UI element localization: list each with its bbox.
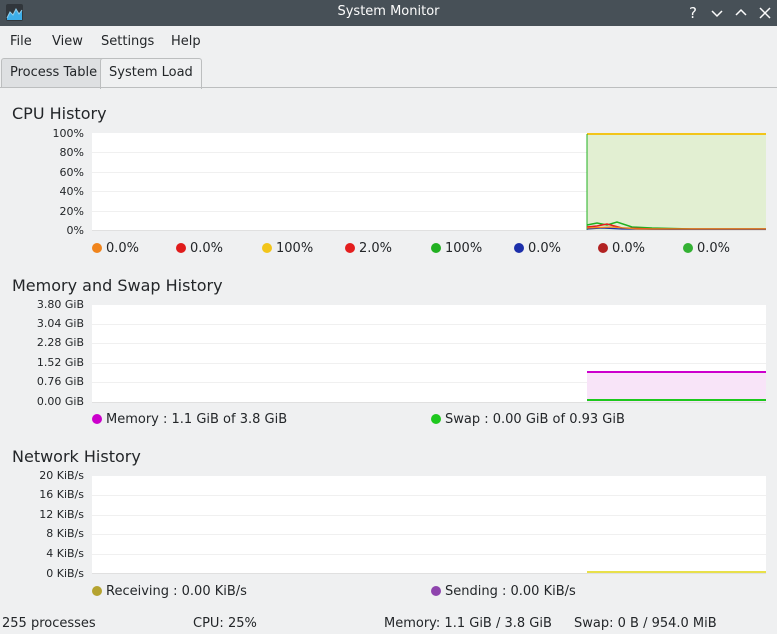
menu-settings[interactable]: Settings: [101, 34, 154, 49]
legend-dot: [262, 243, 272, 253]
memory-legend-label: Memory : 1.1 GiB of 3.8 GiB: [106, 412, 288, 427]
cpu-legend-label: 0.0%: [190, 241, 224, 256]
cpu-history-title: CPU History: [12, 104, 107, 123]
status-cpu: CPU: 25%: [193, 616, 257, 631]
cpu-legend-label: 100%: [276, 241, 314, 256]
cpu-legend-label: 0.0%: [106, 241, 140, 256]
help-button[interactable]: ?: [683, 3, 703, 23]
legend-dot: [431, 243, 441, 253]
maximize-button[interactable]: [731, 3, 751, 23]
legend-dot: [514, 243, 524, 253]
menu-help[interactable]: Help: [171, 34, 201, 49]
legend-dot: [92, 586, 102, 596]
minimize-button[interactable]: [707, 3, 727, 23]
status-processes: 255 processes: [2, 616, 96, 631]
cpu-legend-item: 0.0%: [683, 241, 730, 256]
memory-ytick: 3.04 GiB: [36, 317, 84, 330]
cpu-legend-item: 100%: [431, 241, 482, 256]
window-title: System Monitor: [337, 4, 440, 19]
network-ytick: 4 KiB/s: [46, 547, 84, 560]
cpu-legend-item: 0.0%: [176, 241, 223, 256]
legend-dot: [683, 243, 693, 253]
network-ytick: 20 KiB/s: [39, 469, 84, 482]
sending-legend-label: Sending : 0.00 KiB/s: [445, 584, 576, 599]
status-bar: 255 processes CPU: 25% Memory: 1.1 GiB /…: [0, 612, 777, 634]
chevron-down-icon: [711, 10, 723, 18]
memory-usage-area: [587, 372, 766, 402]
network-history-title: Network History: [12, 447, 141, 466]
cpu-usage-area: [587, 134, 766, 231]
legend-dot: [431, 586, 441, 596]
network-ytick: 8 KiB/s: [46, 527, 84, 540]
swap-legend-label: Swap : 0.00 GiB of 0.93 GiB: [445, 412, 625, 427]
sending-legend-item: Sending : 0.00 KiB/s: [431, 584, 576, 599]
legend-dot: [431, 414, 441, 424]
cpu-ytick: 60%: [59, 166, 84, 179]
legend-dot: [92, 414, 102, 424]
help-icon: ?: [689, 4, 697, 22]
network-ytick: 16 KiB/s: [39, 488, 84, 501]
swap-legend-item: Swap : 0.00 GiB of 0.93 GiB: [431, 412, 625, 427]
menu-bar: File View Settings Help: [0, 26, 777, 56]
cpu-legend-item: 0.0%: [514, 241, 561, 256]
legend-dot: [92, 243, 102, 253]
receiving-legend-label: Receiving : 0.00 KiB/s: [106, 584, 247, 599]
memory-history-plot: [92, 305, 766, 403]
cpu-ytick: 0%: [66, 224, 84, 237]
cpu-legend-label: 2.0%: [359, 241, 393, 256]
tab-bar: Process Table System Load: [0, 56, 777, 89]
chevron-up-icon: [735, 8, 747, 16]
memory-history-title: Memory and Swap History: [12, 276, 223, 295]
status-memory: Memory: 1.1 GiB / 3.8 GiB: [384, 616, 552, 631]
close-button[interactable]: [755, 3, 775, 23]
memory-ytick: 0.00 GiB: [36, 395, 84, 408]
network-history-plot: [92, 476, 766, 574]
legend-dot: [176, 243, 186, 253]
cpu-legend-item: 0.0%: [598, 241, 645, 256]
network-ytick: 12 KiB/s: [39, 508, 84, 521]
memory-legend-item: Memory : 1.1 GiB of 3.8 GiB: [92, 412, 287, 427]
network-gridlines: [92, 495, 766, 555]
memory-ytick: 1.52 GiB: [36, 356, 84, 369]
cpu-history-plot: [92, 133, 766, 231]
memory-ytick: 3.80 GiB: [36, 298, 84, 311]
cpu-legend-label: 0.0%: [697, 241, 731, 256]
memory-ytick: 2.28 GiB: [36, 336, 84, 349]
cpu-ytick: 80%: [59, 146, 84, 159]
cpu-ytick: 100%: [52, 127, 84, 140]
legend-dot: [345, 243, 355, 253]
cpu-ytick: 20%: [59, 205, 84, 218]
cpu-legend-label: 0.0%: [612, 241, 646, 256]
cpu-legend-label: 100%: [445, 241, 483, 256]
close-icon: [759, 7, 771, 19]
tab-system-load[interactable]: System Load: [100, 58, 202, 89]
network-ytick: 0 KiB/s: [46, 567, 84, 580]
cpu-legend-item: 2.0%: [345, 241, 392, 256]
cpu-ytick: 40%: [59, 185, 84, 198]
cpu-legend-item: 100%: [262, 241, 313, 256]
menu-file[interactable]: File: [10, 34, 32, 49]
legend-dot: [598, 243, 608, 253]
tab-divider: [0, 87, 777, 88]
cpu-legend-label: 0.0%: [528, 241, 562, 256]
memory-ytick: 0.76 GiB: [36, 375, 84, 388]
title-bar: System Monitor ?: [0, 0, 777, 26]
tab-process-table[interactable]: Process Table: [1, 58, 107, 88]
menu-view[interactable]: View: [52, 34, 83, 49]
status-swap: Swap: 0 B / 954.0 MiB: [574, 616, 717, 631]
receiving-legend-item: Receiving : 0.00 KiB/s: [92, 584, 247, 599]
cpu-legend-item: 0.0%: [92, 241, 139, 256]
